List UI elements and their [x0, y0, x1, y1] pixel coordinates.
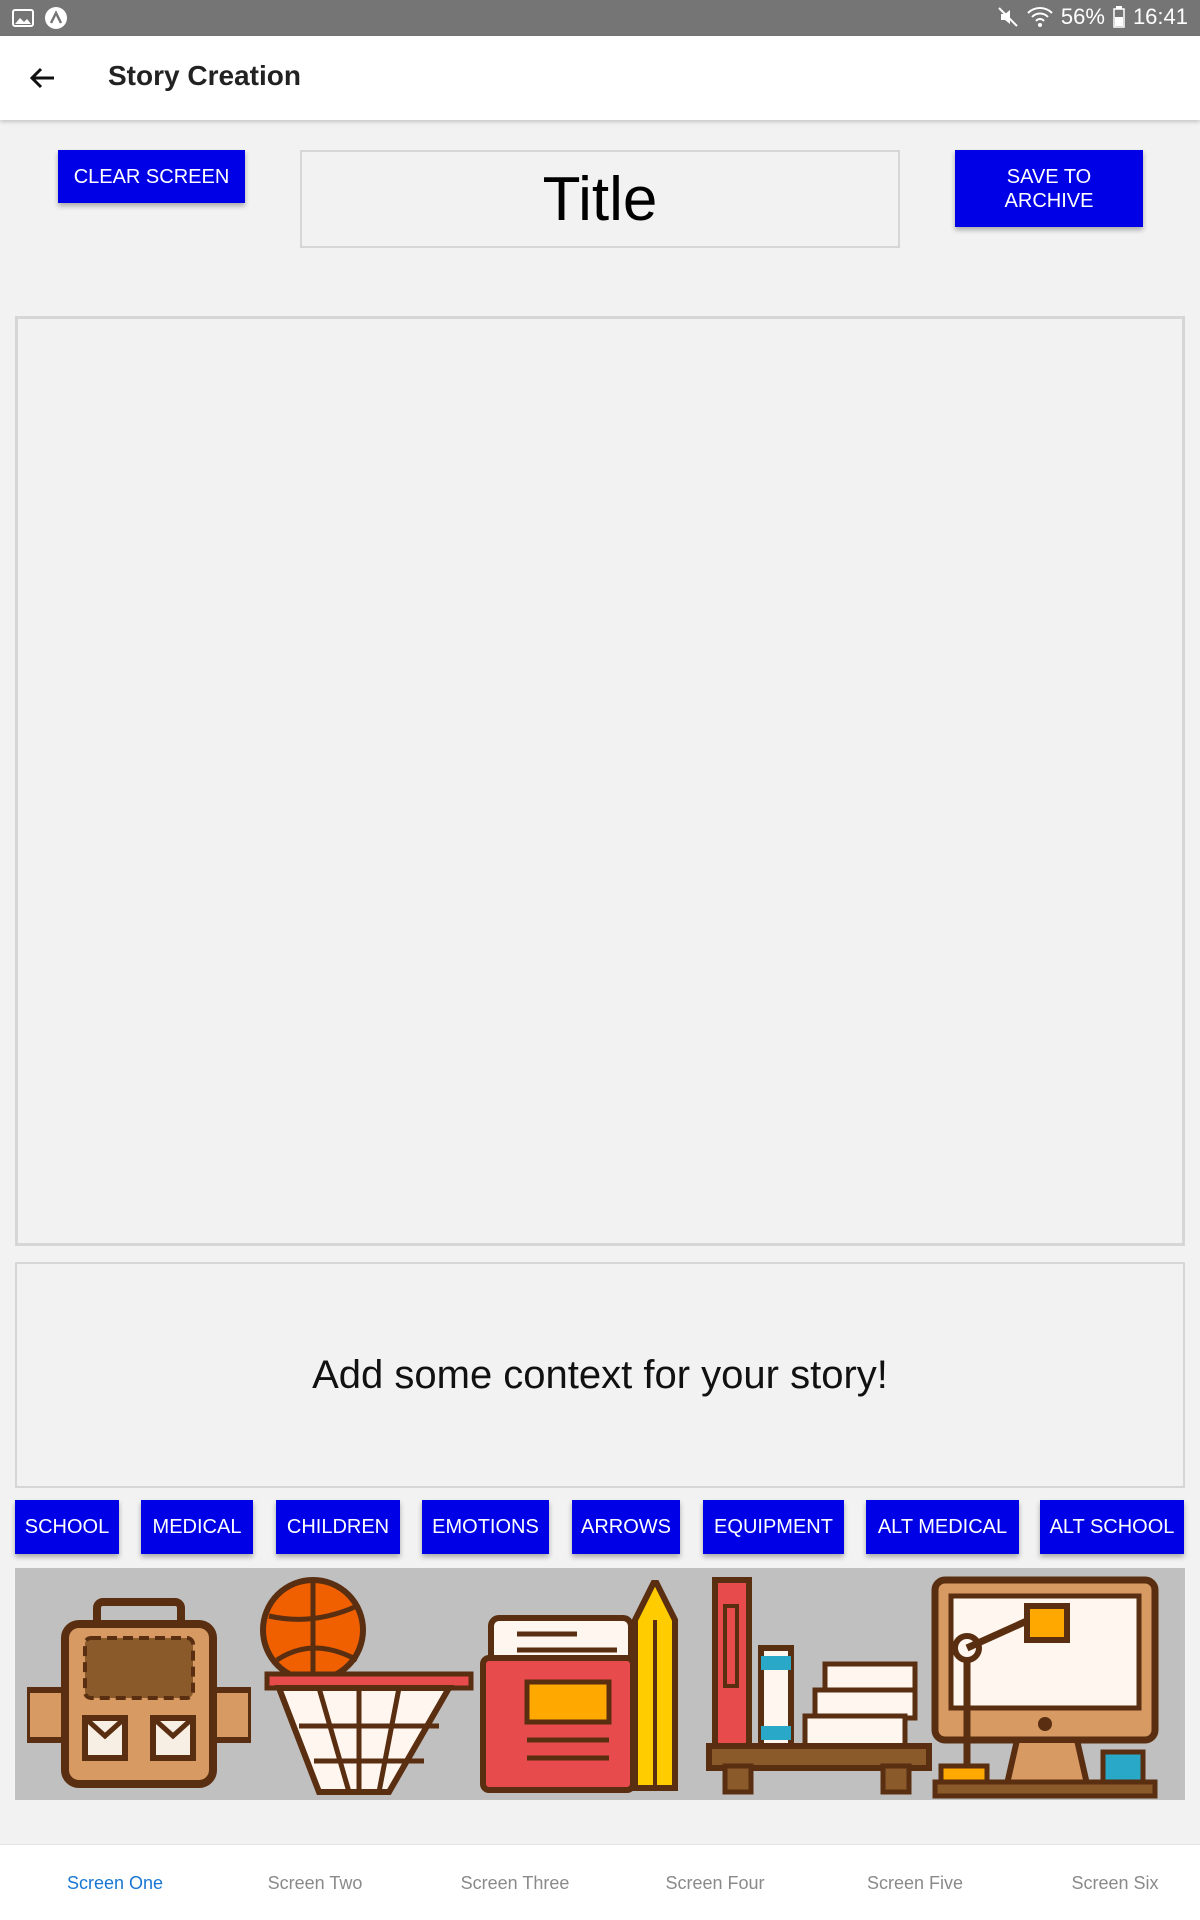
category-alt-medical-button[interactable]: ALT MEDICAL: [866, 1500, 1019, 1554]
title-input[interactable]: [300, 150, 900, 248]
category-alt-school-button[interactable]: ALT SCHOOL: [1040, 1500, 1184, 1554]
category-row: SCHOOL MEDICAL CHILDREN EMOTIONS ARROWS …: [15, 1500, 1185, 1554]
page-title: Story Creation: [108, 60, 301, 91]
save-to-archive-button[interactable]: SAVE TO ARCHIVE: [955, 150, 1143, 227]
back-button[interactable]: [18, 54, 66, 102]
backpack-sticker[interactable]: [27, 1598, 251, 1788]
status-left: [12, 6, 68, 30]
clear-screen-button[interactable]: CLEAR SCREEN: [58, 150, 245, 203]
status-time: 16:41: [1132, 4, 1188, 29]
category-children-button[interactable]: CHILDREN: [276, 1500, 400, 1554]
tab-screen-four[interactable]: Screen Four: [615, 1845, 815, 1920]
image-icon: [12, 7, 34, 29]
computer-lamp-sticker[interactable]: [931, 1576, 1161, 1800]
desk-books-sticker[interactable]: [705, 1576, 949, 1796]
mute-icon: [997, 6, 1019, 28]
tab-screen-one[interactable]: Screen One: [15, 1845, 215, 1920]
category-arrows-button[interactable]: ARROWS: [572, 1500, 680, 1554]
back-arrow-icon: [29, 67, 54, 89]
category-emotions-button[interactable]: EMOTIONS: [422, 1500, 549, 1554]
screen-tab-bar: Screen One Screen Two Screen Three Scree…: [0, 1844, 1200, 1920]
status-right: 56% 16:41: [997, 4, 1188, 30]
story-canvas[interactable]: [15, 316, 1185, 1246]
battery-percent: 56%: [1060, 4, 1105, 29]
context-placeholder: Add some context for your story!: [312, 1352, 888, 1397]
tab-screen-six[interactable]: Screen Six: [1015, 1845, 1200, 1920]
sticker-panel: [15, 1568, 1185, 1800]
status-bar: 56% 16:41: [0, 0, 1200, 36]
tab-screen-five[interactable]: Screen Five: [815, 1845, 1015, 1920]
battery-icon: [1113, 6, 1125, 28]
app-icon: [44, 6, 68, 30]
tab-screen-two[interactable]: Screen Two: [215, 1845, 415, 1920]
category-medical-button[interactable]: MEDICAL: [141, 1500, 253, 1554]
wifi-icon: [1027, 6, 1053, 28]
tab-screen-three[interactable]: Screen Three: [415, 1845, 615, 1920]
basketball-hoop-sticker[interactable]: [259, 1576, 479, 1800]
category-school-button[interactable]: SCHOOL: [15, 1500, 119, 1554]
context-field[interactable]: Add some context for your story!: [15, 1262, 1185, 1488]
app-bar: Story Creation: [0, 36, 1200, 120]
books-pencil-sticker[interactable]: [477, 1580, 707, 1796]
category-equipment-button[interactable]: EQUIPMENT: [703, 1500, 844, 1554]
